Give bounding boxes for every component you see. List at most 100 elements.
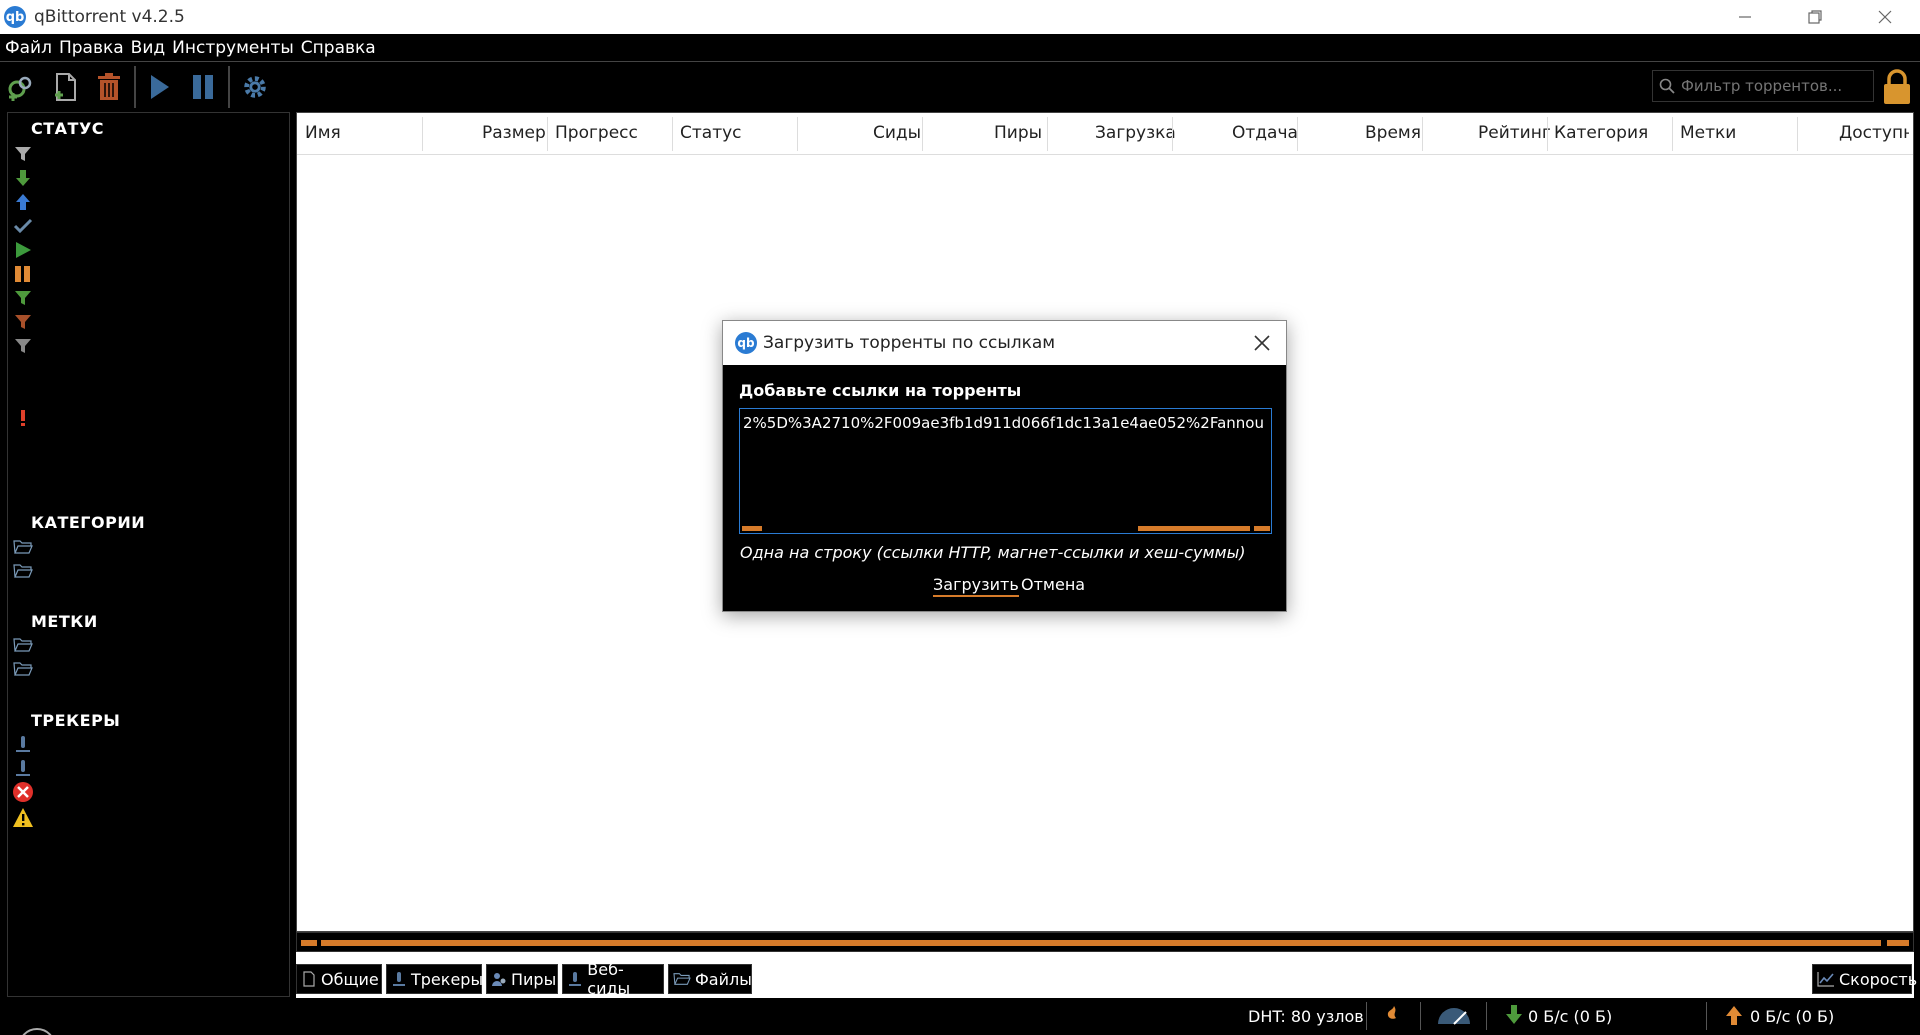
lock-icon [1884, 69, 1910, 104]
trackers-header: ТРЕКЕРЫ [31, 711, 121, 730]
torrent-list-header: Имя Размер Прогресс Статус Сиды Пиры Заг… [297, 113, 1913, 155]
pause-button[interactable] [184, 68, 222, 106]
folder-open-icon [673, 973, 691, 985]
textarea-scrollbar-thumb[interactable] [1138, 526, 1250, 531]
status-header: СТАТУС [31, 119, 105, 138]
download-speed-indicator[interactable] [1504, 1004, 1524, 1030]
column-eta[interactable]: Время [1365, 123, 1421, 147]
filter-inactive[interactable] [12, 311, 34, 333]
filter-errored[interactable] [12, 407, 34, 429]
column-seeds[interactable]: Сиды [873, 123, 921, 147]
tab-web-seeds-label: Веб-сиды [587, 960, 631, 998]
dialog-close-button[interactable] [1250, 331, 1274, 355]
tracker-error[interactable] [12, 781, 34, 803]
chart-line-icon [1817, 972, 1834, 987]
delete-torrent-button[interactable] [90, 68, 128, 106]
download-button[interactable]: Загрузить [933, 575, 1019, 597]
tracker-trackerless[interactable] [12, 757, 34, 779]
column-progress[interactable]: Прогресс [555, 123, 638, 147]
cancel-button[interactable]: Отмена [1021, 575, 1085, 594]
column-divider[interactable] [422, 117, 423, 151]
column-name[interactable]: Имя [305, 123, 341, 147]
column-size[interactable]: Размер [482, 123, 546, 147]
menu-help[interactable]: Справка [301, 38, 376, 58]
textarea-scroll-right[interactable] [1254, 526, 1270, 531]
column-peers[interactable]: Пиры [994, 123, 1042, 147]
tracker-antenna-icon [16, 760, 30, 776]
download-arrow-icon [1506, 1005, 1522, 1024]
options-button[interactable] [236, 68, 274, 106]
tab-files[interactable]: Файлы [668, 964, 752, 994]
column-divider[interactable] [1297, 117, 1298, 151]
filter-active[interactable] [12, 287, 34, 309]
column-divider[interactable] [1047, 117, 1048, 151]
filter-stalled[interactable] [12, 335, 34, 357]
error-circle-icon [13, 782, 33, 802]
minimize-button[interactable] [1710, 0, 1780, 34]
menu-view[interactable]: Вид [131, 38, 165, 58]
folder-open-icon [13, 564, 33, 578]
add-torrent-file-button[interactable] [46, 68, 84, 106]
column-upload-speed[interactable]: Отдача [1232, 123, 1298, 147]
tag-all[interactable] [12, 633, 34, 655]
tab-web-seeds[interactable]: Веб-сиды [562, 960, 664, 998]
column-status[interactable]: Статус [680, 123, 742, 147]
torrent-filter-box[interactable] [1652, 70, 1874, 102]
tab-general[interactable]: Общие [296, 964, 382, 994]
column-divider[interactable] [922, 117, 923, 151]
scroll-left-arrow[interactable] [301, 940, 317, 946]
column-ratio[interactable]: Рейтинг [1478, 123, 1551, 147]
close-window-button[interactable] [1850, 0, 1920, 34]
status-separator [1366, 1002, 1367, 1030]
column-divider[interactable] [1797, 117, 1798, 151]
tracker-all[interactable] [12, 733, 34, 755]
menu-tools[interactable]: Инструменты [172, 38, 294, 58]
add-torrent-link-button[interactable] [2, 68, 40, 106]
tracker-warning[interactable] [12, 807, 34, 829]
links-textarea[interactable]: 2%5D%3A2710%2F009ae3fb1d911d066f1dc13a1e… [739, 408, 1272, 534]
column-tags[interactable]: Метки [1680, 123, 1736, 147]
scroll-right-arrow[interactable] [1887, 940, 1909, 946]
column-download-speed[interactable]: Загрузка [1095, 123, 1176, 147]
tab-peers[interactable]: Пиры [486, 964, 558, 994]
download-arrow-icon [16, 170, 30, 186]
column-divider[interactable] [1672, 117, 1673, 151]
upload-speed-indicator[interactable] [1724, 1004, 1744, 1030]
filter-paused[interactable] [12, 263, 34, 285]
links-textarea-value[interactable]: 2%5D%3A2710%2F009ae3fb1d911d066f1dc13a1e… [743, 414, 1263, 432]
scrollbar-thumb[interactable] [321, 940, 1881, 946]
column-availability[interactable]: Доступно [1839, 123, 1909, 147]
tab-speed[interactable]: Скорость [1812, 964, 1917, 994]
lock-ui-button[interactable] [1880, 68, 1914, 106]
filter-downloading[interactable] [12, 167, 34, 189]
column-divider[interactable] [1422, 117, 1423, 151]
filter-seeding[interactable] [12, 191, 34, 213]
menu-edit[interactable]: Правка [59, 38, 124, 58]
restore-button[interactable] [1780, 0, 1850, 34]
filter-resumed[interactable] [12, 239, 34, 261]
filter-all[interactable] [12, 143, 34, 165]
textarea-scroll-left[interactable] [742, 526, 762, 531]
column-divider[interactable] [1547, 117, 1548, 151]
tracker-antenna-icon [393, 972, 405, 986]
menu-file[interactable]: Файл [5, 38, 52, 58]
torrent-filter-input[interactable] [1681, 77, 1861, 95]
resume-button[interactable] [140, 68, 178, 106]
column-divider[interactable] [547, 117, 548, 151]
column-divider[interactable] [797, 117, 798, 151]
category-all[interactable] [12, 535, 34, 557]
filter-completed[interactable] [12, 215, 34, 237]
column-divider[interactable] [1172, 117, 1173, 151]
tag-untagged[interactable] [12, 657, 34, 679]
category-uncategorized[interactable] [12, 559, 34, 581]
filter-stalled-icon [15, 339, 31, 353]
column-category[interactable]: Категория [1554, 123, 1648, 147]
alt-speed-toggle[interactable] [1436, 1004, 1472, 1030]
column-divider[interactable] [672, 117, 673, 151]
add-file-icon [55, 73, 76, 101]
connection-status[interactable] [1384, 1004, 1404, 1030]
tab-trackers[interactable]: Трекеры [386, 964, 483, 994]
tags-header: МЕТКИ [31, 612, 98, 631]
tracker-antenna-icon [16, 736, 30, 752]
horizontal-scrollbar[interactable] [296, 932, 1914, 952]
